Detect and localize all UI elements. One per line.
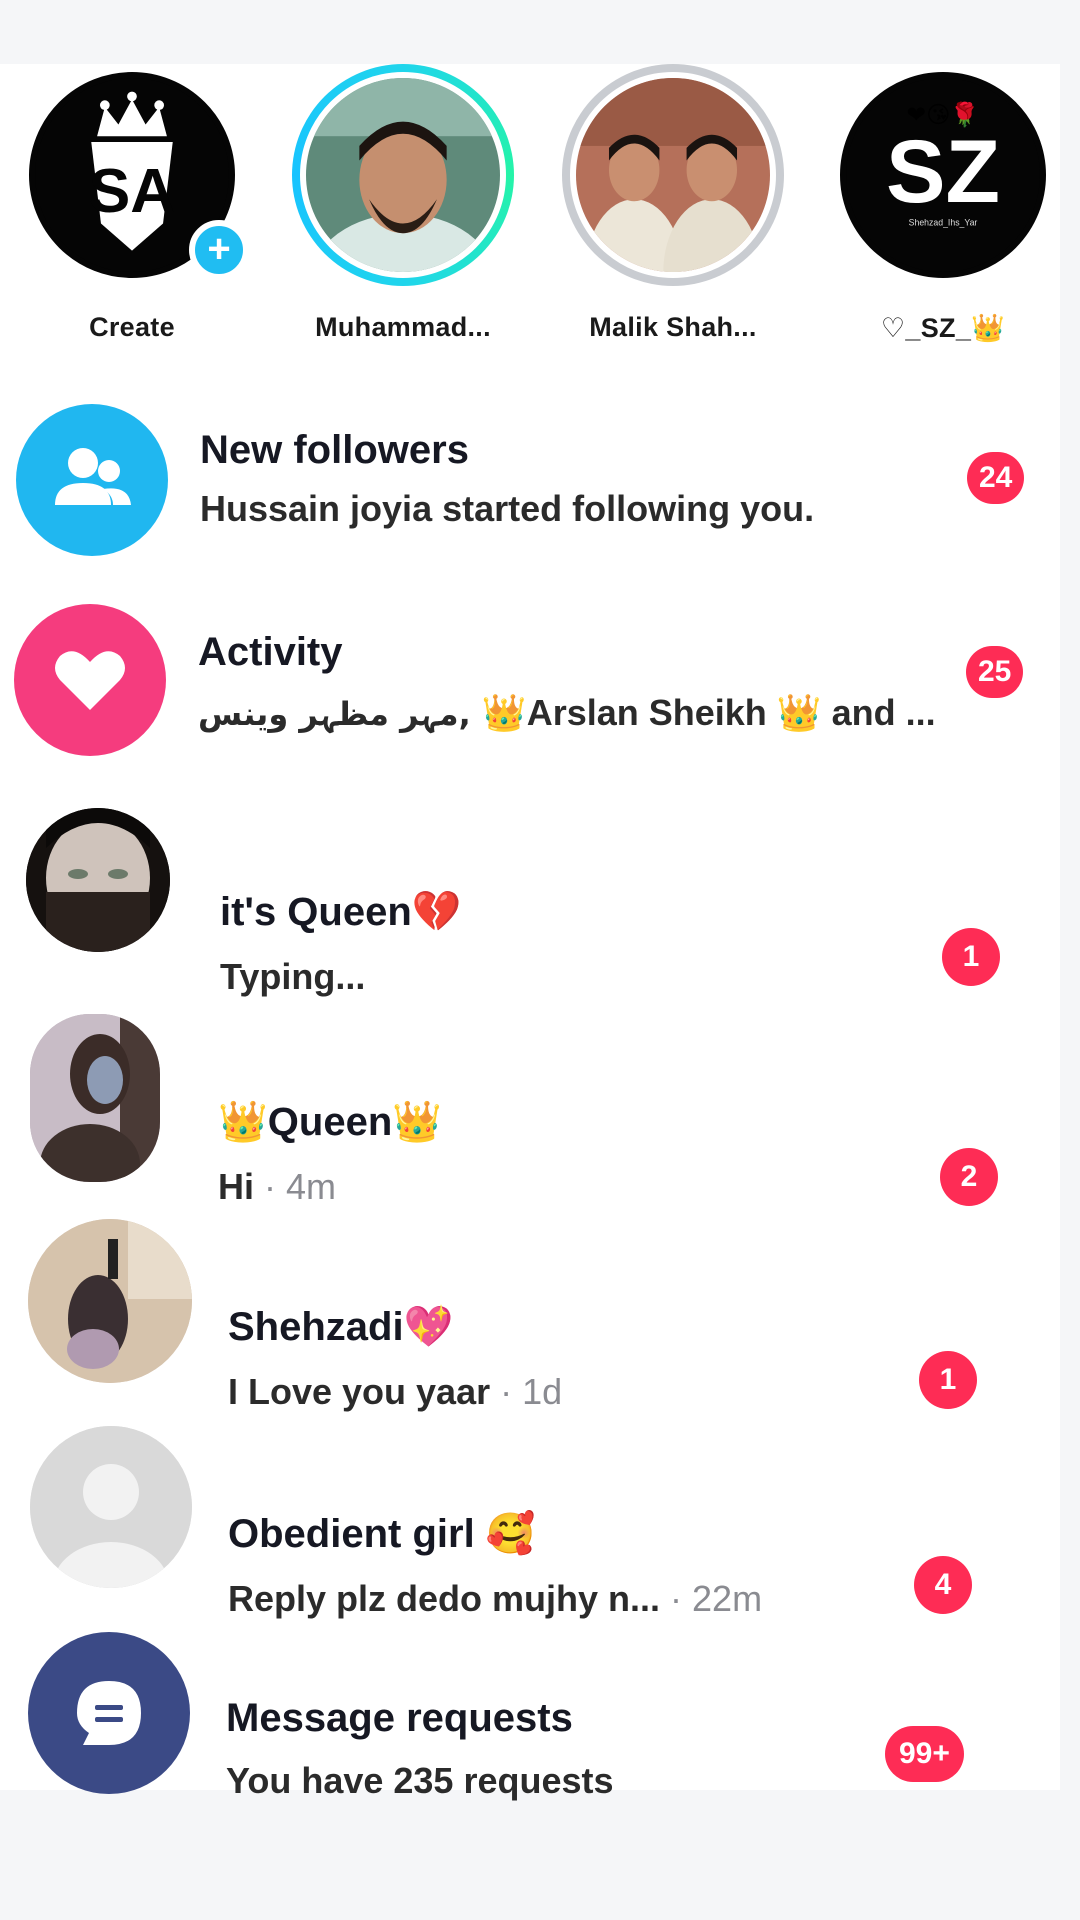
unread-badge: 4: [914, 1556, 972, 1614]
sz-story-avatar[interactable]: ❤😘🌹 SZ Shehzad_Ihs_Yar: [832, 64, 1054, 286]
story-avatar-seen-ring[interactable]: [562, 64, 784, 286]
timestamp: · 4m: [254, 1166, 337, 1207]
add-story-plus-icon[interactable]: +: [189, 220, 249, 280]
subtitle-text: Typing...: [220, 956, 366, 997]
list-item-message-requests[interactable]: Message requests You have 235 requests 9…: [0, 1632, 1060, 1801]
avatar: [26, 808, 170, 952]
inbox-screen: SA + Create Muhammad... Malik Shah... ❤😘…: [0, 64, 1060, 1801]
list-item-conversation[interactable]: Shehzadi💖 I Love you yaar · 1d 1: [0, 1219, 1060, 1412]
people-icon: [16, 404, 168, 556]
row-title: New followers: [200, 428, 469, 472]
row-title: it's Queen💔: [220, 890, 462, 934]
message-icon: [28, 1632, 190, 1794]
list-item-conversation[interactable]: it's Queen💔 Typing... 1: [0, 804, 1060, 997]
row-title: Shehzadi💖: [228, 1305, 454, 1349]
story-avatar-live-ring[interactable]: [292, 64, 514, 286]
row-subtitle: I Love you yaar · 1d: [228, 1371, 562, 1413]
story-create[interactable]: SA + Create: [12, 64, 252, 364]
heart-icon: [14, 604, 166, 756]
stories-row: SA + Create Muhammad... Malik Shah... ❤😘…: [0, 64, 1060, 364]
row-subtitle: Hi · 4m: [218, 1166, 336, 1208]
svg-text:SA: SA: [89, 157, 175, 226]
row-title: Activity: [198, 630, 343, 674]
row-title: 👑Queen👑: [218, 1100, 443, 1144]
row-title: Obedient girl 🥰: [228, 1512, 536, 1556]
story-name: Muhammad...: [315, 312, 491, 342]
unread-badge: 1: [919, 1351, 977, 1409]
list-item-conversation[interactable]: 👑Queen👑 Hi · 4m 2: [0, 1014, 1060, 1207]
svg-text:SZ: SZ: [886, 121, 1000, 221]
story-muhammad[interactable]: Muhammad...: [283, 64, 523, 364]
row-title: Message requests: [226, 1696, 573, 1740]
row-subtitle: You have 235 requests: [226, 1760, 614, 1801]
story-malik-shah[interactable]: Malik Shah...: [553, 64, 793, 364]
avatar: [30, 1014, 160, 1182]
svg-text:Shehzad_Ihs_Yar: Shehzad_Ihs_Yar: [909, 217, 978, 227]
timestamp: · 22m: [660, 1578, 763, 1619]
row-subtitle: Typing...: [220, 956, 365, 998]
row-subtitle: Reply plz dedo mujhy n... · 22m: [228, 1578, 762, 1620]
subtitle-urdu-name: مہر مظہر وینس,: [198, 695, 482, 733]
unread-badge: 2: [940, 1148, 998, 1206]
story-name: Malik Shah...: [589, 312, 757, 342]
avatar-photo: [570, 72, 776, 278]
list-item-new-followers[interactable]: New followers Hussain joyia started foll…: [0, 404, 1060, 594]
story-name: ♡_SZ_👑: [880, 313, 1006, 343]
subtitle-text: I Love you yaar: [228, 1371, 491, 1412]
default-avatar-icon: [30, 1426, 192, 1588]
list-item-activity[interactable]: Activity مہر مظہر وینس, 👑Arslan Sheikh 👑…: [0, 596, 1060, 786]
unread-badge: 99+: [885, 1726, 964, 1782]
list-item-conversation[interactable]: Obedient girl 🥰 Reply plz dedo mujhy n..…: [0, 1426, 1060, 1619]
create-story-avatar[interactable]: SA +: [21, 64, 249, 286]
story-name: Create: [89, 312, 175, 342]
row-subtitle: مہر مظہر وینس, 👑Arslan Sheikh 👑 and ...: [198, 692, 936, 734]
unread-badge: 25: [966, 646, 1024, 698]
unread-badge: 1: [942, 928, 1000, 986]
unread-badge: 24: [967, 452, 1025, 504]
subtitle-text: Hi: [218, 1166, 254, 1207]
story-sz[interactable]: ❤😘🌹 SZ Shehzad_Ihs_Yar ♡_SZ_👑: [823, 64, 1063, 364]
sz-logo: ❤😘🌹 SZ Shehzad_Ihs_Yar: [840, 72, 1046, 278]
timestamp: · 1d: [490, 1371, 563, 1412]
avatar: [28, 1219, 192, 1383]
row-subtitle: Hussain joyia started following you.: [200, 488, 815, 529]
avatar-photo: [300, 72, 506, 278]
subtitle-text: Reply plz dedo mujhy n...: [228, 1578, 661, 1619]
subtitle-rest: 👑Arslan Sheikh 👑 and ...: [481, 692, 936, 733]
